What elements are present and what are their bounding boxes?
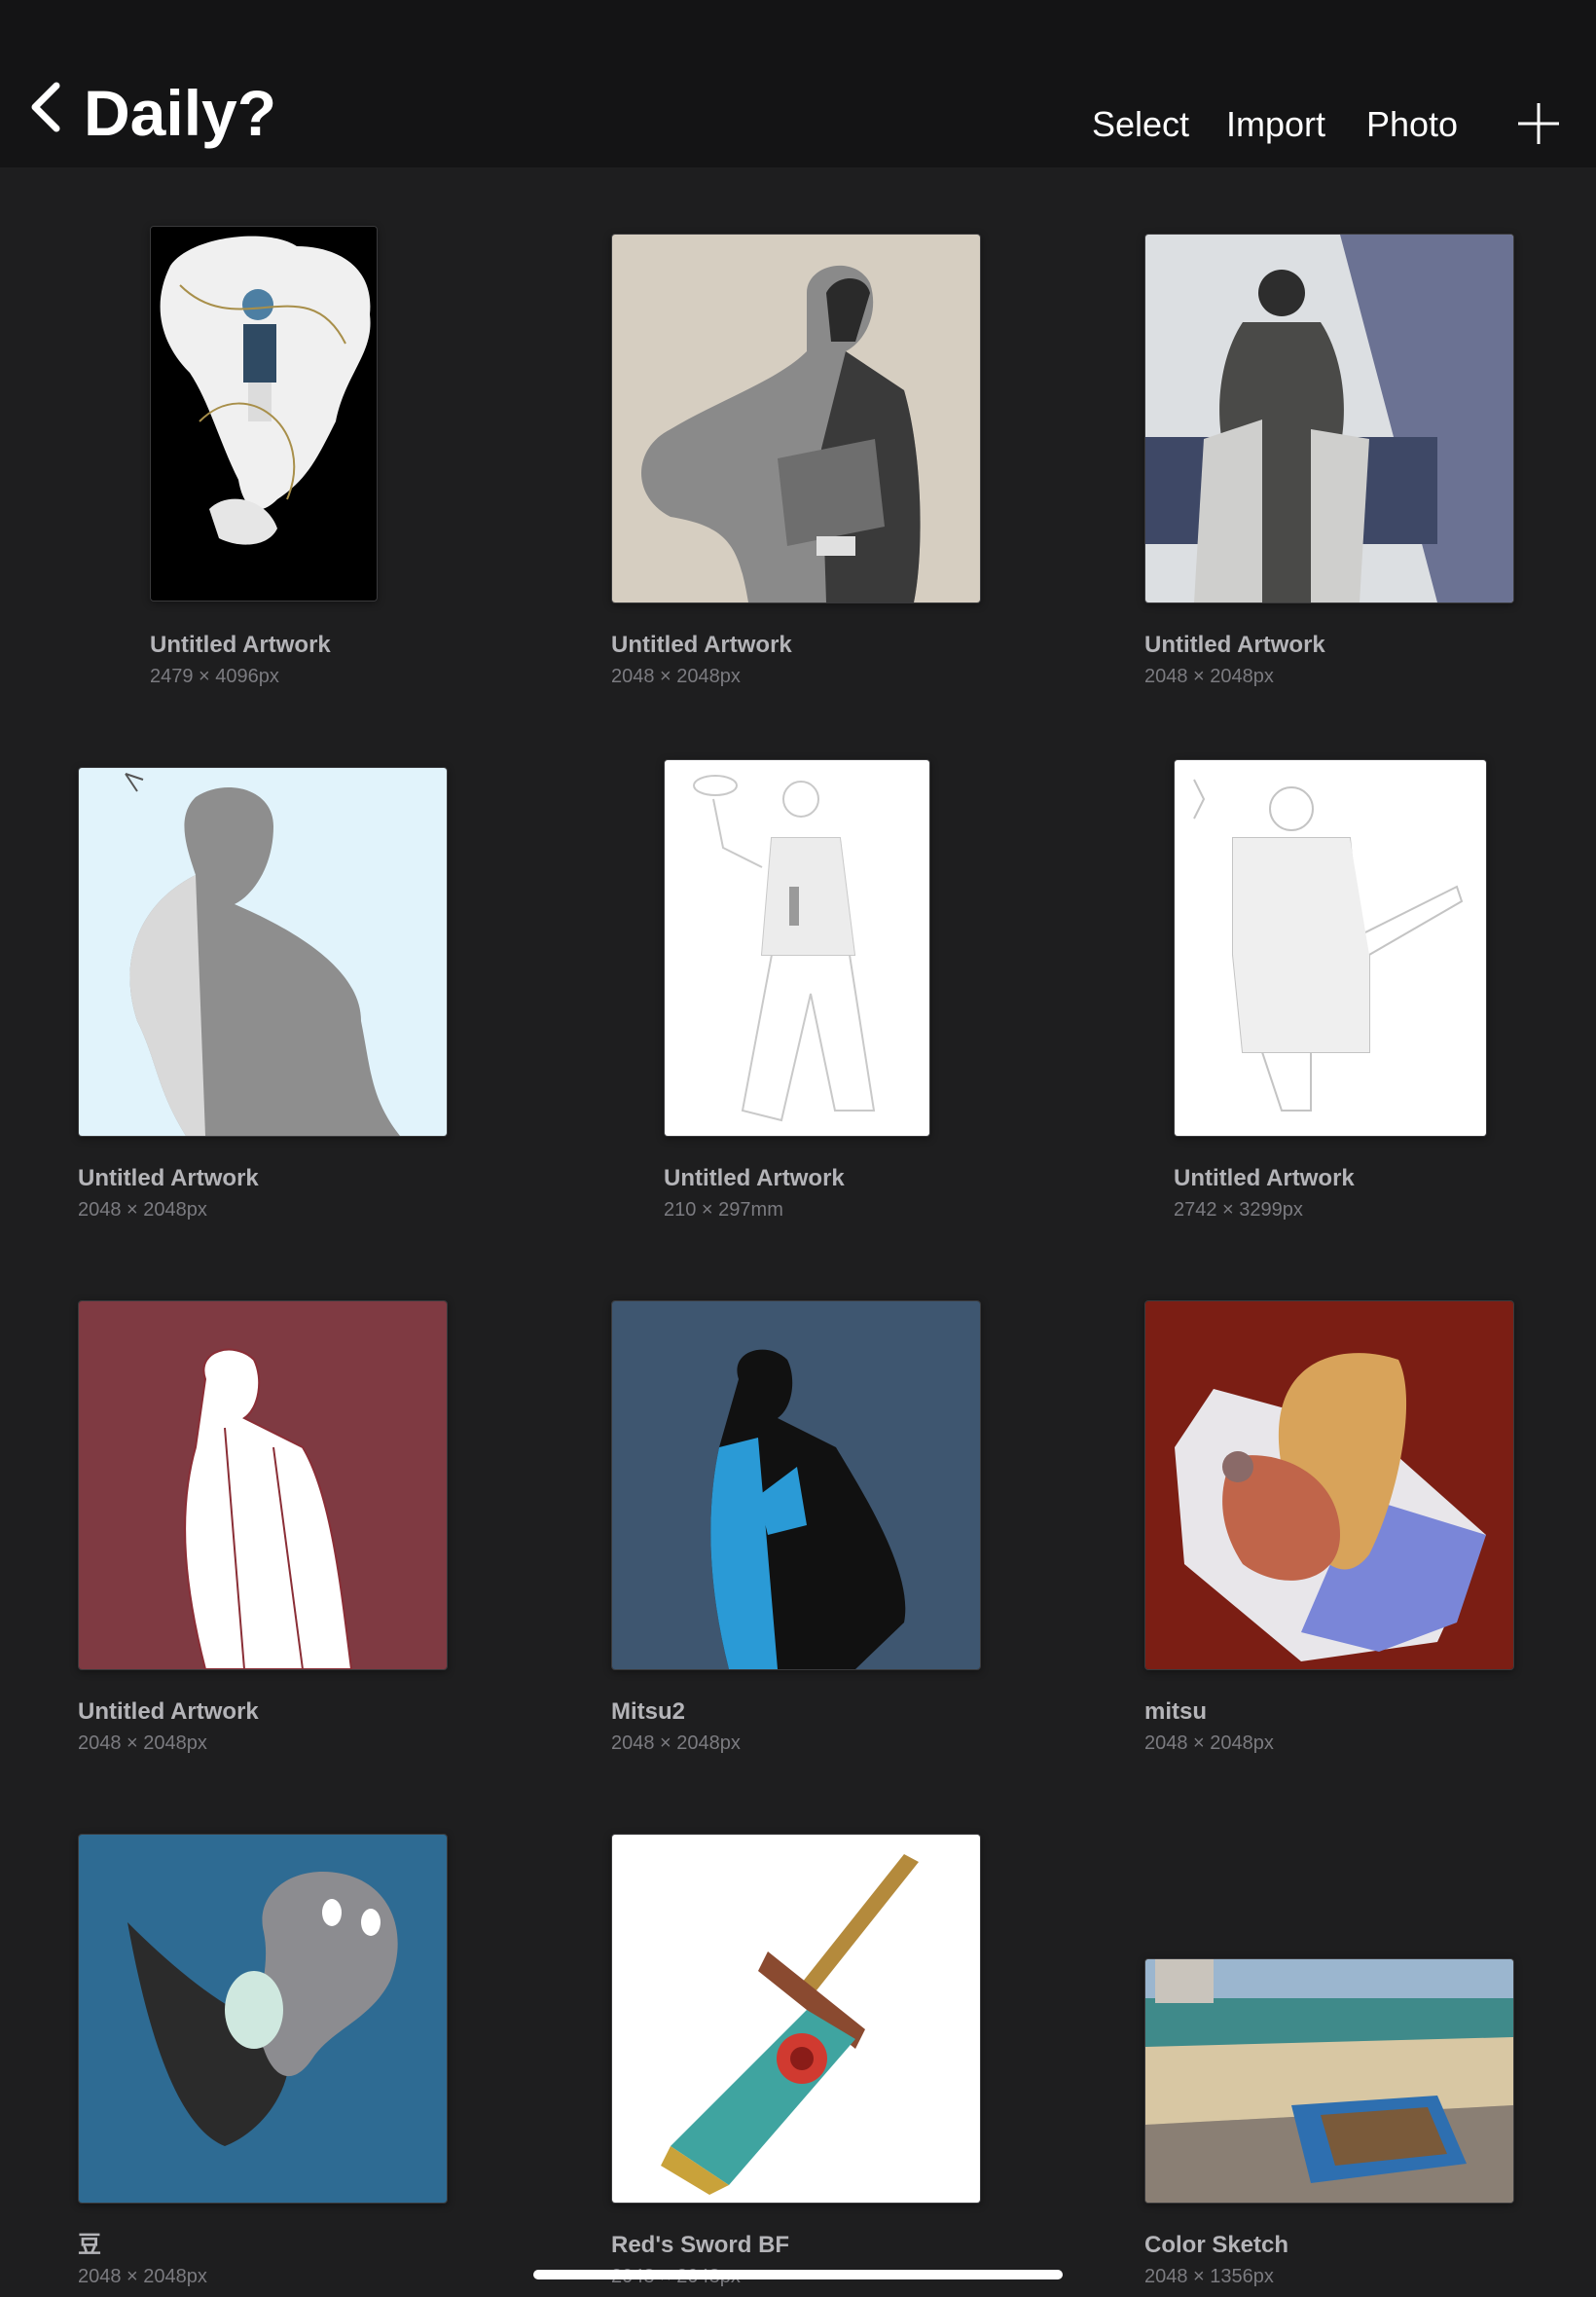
top-bar: Daily? Select Import Photo [0, 0, 1596, 167]
artwork-dimensions: 210 × 297mm [664, 1199, 783, 1221]
artwork-dimensions: 2048 × 2048px [1144, 666, 1274, 687]
artwork-thumbnail[interactable] [1174, 759, 1487, 1137]
artwork-dimensions: 2048 × 2048px [78, 1732, 207, 1754]
back-button[interactable] [27, 78, 66, 136]
artwork-title: Untitled Artwork [1174, 1165, 1355, 1191]
artwork-title: 豆 [78, 2232, 101, 2258]
artwork-thumbnail[interactable] [150, 226, 378, 602]
chevron-left-icon [31, 82, 60, 132]
photo-button[interactable]: Photo [1366, 101, 1458, 148]
artwork-dimensions: 2048 × 2048px [1144, 1732, 1274, 1754]
artwork-thumbnail[interactable] [664, 759, 930, 1137]
artwork-thumbnail[interactable] [611, 1300, 981, 1670]
artwork-thumbnail[interactable] [1144, 234, 1514, 603]
artwork-thumbnail[interactable] [611, 1834, 981, 2204]
page-title: Daily? [84, 77, 277, 149]
select-button[interactable]: Select [1092, 101, 1189, 148]
artwork-thumbnail[interactable] [78, 1300, 448, 1670]
artwork-dimensions: 2048 × 1356px [1144, 2266, 1274, 2287]
artwork-title: Untitled Artwork [611, 632, 792, 658]
artwork-title: Mitsu2 [611, 1698, 686, 1725]
artwork-dimensions: 2479 × 4096px [150, 666, 279, 687]
artwork-title: Color Sketch [1144, 2232, 1289, 2258]
artwork-title: Untitled Artwork [78, 1698, 259, 1725]
import-button[interactable]: Import [1226, 101, 1325, 148]
artwork-thumbnail[interactable] [611, 234, 981, 603]
home-indicator[interactable] [533, 2270, 1063, 2279]
artwork-thumbnail[interactable] [78, 1834, 448, 2204]
artwork-thumbnail[interactable] [1144, 1958, 1514, 2204]
artwork-title: Untitled Artwork [1144, 632, 1325, 658]
artwork-title: mitsu [1144, 1698, 1208, 1725]
artwork-dimensions: 2742 × 3299px [1174, 1199, 1303, 1221]
artwork-title: Red's Sword BF [611, 2232, 790, 2258]
artwork-dimensions: 2048 × 2048px [611, 1732, 741, 1754]
plus-icon[interactable] [1516, 101, 1561, 146]
artwork-dimensions: 2048 × 2048px [78, 2266, 207, 2287]
artwork-thumbnail[interactable] [78, 767, 448, 1137]
artwork-thumbnail[interactable] [1144, 1300, 1514, 1670]
artwork-title: Untitled Artwork [78, 1165, 259, 1191]
artwork-dimensions: 2048 × 2048px [78, 1199, 207, 1221]
artwork-title: Untitled Artwork [664, 1165, 845, 1191]
artwork-dimensions: 2048 × 2048px [611, 666, 741, 687]
artwork-title: Untitled Artwork [150, 632, 331, 658]
